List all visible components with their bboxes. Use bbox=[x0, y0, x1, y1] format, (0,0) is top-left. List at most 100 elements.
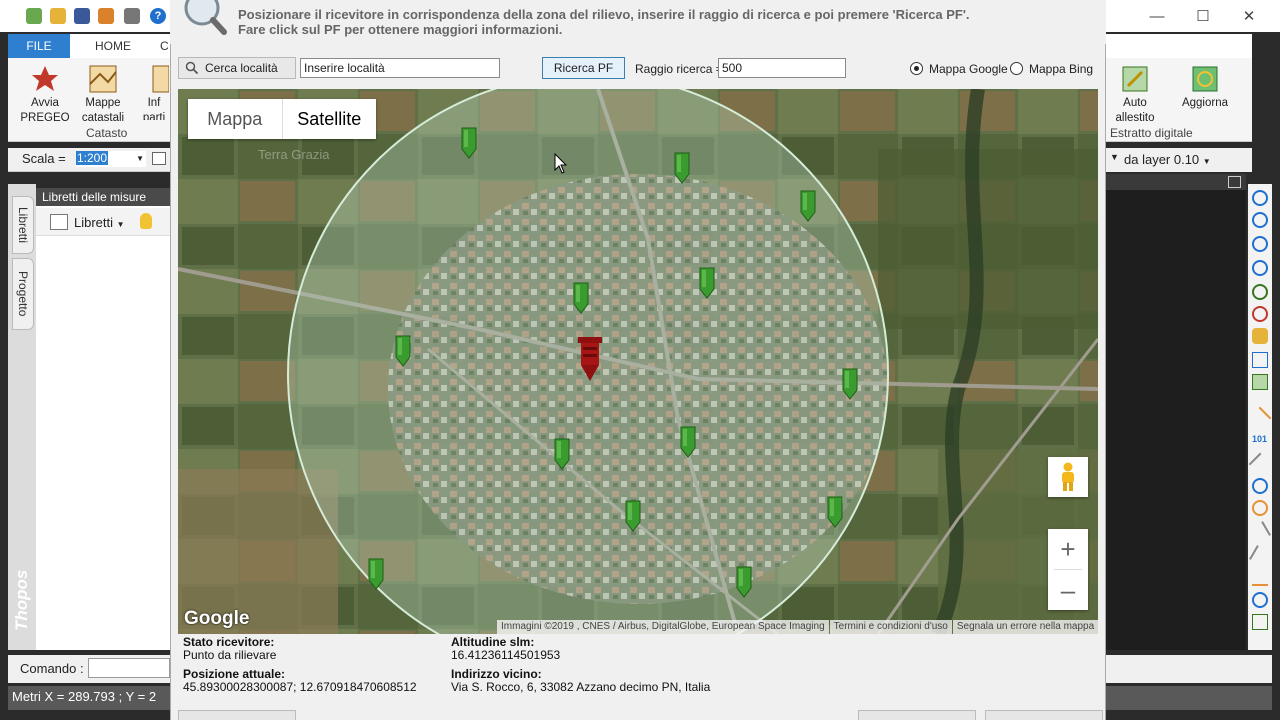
vtab-progetto[interactable]: Progetto bbox=[12, 258, 34, 330]
altitudine-label: Altitudine slm: bbox=[451, 635, 535, 649]
radio-mappa-google-label[interactable]: Mappa Google bbox=[929, 62, 1008, 76]
map-attribution: Immagini ©2019 , CNES / Airbus, DigitalG… bbox=[496, 620, 1099, 634]
zoom-extents-icon[interactable] bbox=[1252, 284, 1268, 300]
raggio-input[interactable] bbox=[718, 58, 846, 78]
open-folder-icon[interactable] bbox=[50, 8, 66, 24]
report-error-link[interactable]: Segnala un errore nella mappa bbox=[952, 620, 1099, 634]
auto-allestito-label: Auto allestito bbox=[1115, 97, 1155, 124]
lightbulb-icon[interactable] bbox=[140, 213, 152, 229]
command-input[interactable] bbox=[88, 658, 170, 678]
pregeo-icon bbox=[32, 66, 58, 91]
new-file-icon[interactable] bbox=[26, 8, 42, 24]
scale-select[interactable]: 1:200 ▼ bbox=[76, 151, 146, 167]
cerca-localita-label: Cerca località bbox=[205, 61, 278, 75]
minus-icon: – bbox=[1060, 574, 1076, 605]
layer-select[interactable]: da layer 0.10 ▼ bbox=[1124, 152, 1211, 167]
drawing-area[interactable] bbox=[1106, 174, 1246, 650]
scale-value: 1:200 bbox=[76, 151, 109, 165]
aggiorna-button[interactable]: Aggiorna bbox=[1176, 62, 1234, 120]
drawing-area-header bbox=[1106, 174, 1246, 190]
indirizzo-value: Via S. Rocco, 6, 33082 Azzano decimo PN,… bbox=[451, 680, 711, 694]
plus-icon: + bbox=[1060, 533, 1076, 564]
imagery-credit: Immagini ©2019 , CNES / Airbus, DigitalG… bbox=[497, 620, 829, 634]
maximize-panel-icon[interactable] bbox=[1228, 176, 1241, 188]
pan-hand-icon[interactable] bbox=[1252, 328, 1268, 344]
zoom-in-icon[interactable] bbox=[1252, 236, 1268, 252]
layer-view-icon[interactable] bbox=[1252, 374, 1268, 390]
brand-logo: Thopos bbox=[12, 569, 31, 631]
receiver-marker[interactable] bbox=[576, 335, 604, 383]
minimize-icon[interactable]: — bbox=[1134, 0, 1180, 32]
status-bar: Metri X = 289.793 ; Y = 2 bbox=[8, 686, 170, 710]
right-ribbon-group-label: Estratto digitale bbox=[1110, 126, 1193, 140]
libretti-dropdown[interactable]: Libretti ▼ bbox=[74, 215, 125, 230]
zoom-out-icon[interactable] bbox=[1252, 260, 1268, 276]
terms-link[interactable]: Termini e condizioni d'uso bbox=[829, 620, 952, 634]
avvia-pregeo-button[interactable]: Avvia PREGEO bbox=[20, 62, 70, 124]
pf-marker[interactable] bbox=[827, 496, 843, 528]
edit-icon[interactable] bbox=[1252, 614, 1268, 630]
vtab-libretti[interactable]: Libretti bbox=[12, 196, 34, 254]
mappe-catastali-button[interactable]: Mappe catastali bbox=[78, 62, 128, 124]
zoom-out-button[interactable]: – bbox=[1048, 570, 1088, 610]
help-icon[interactable]: ? bbox=[150, 8, 166, 24]
print-icon[interactable] bbox=[124, 8, 140, 24]
radio-mappa-bing-label[interactable]: Mappa Bing bbox=[1029, 62, 1093, 76]
zoom-window-icon[interactable] bbox=[1252, 212, 1268, 228]
right-command-area bbox=[1106, 655, 1272, 683]
info-particelle-button[interactable]: Inf parti bbox=[138, 62, 170, 120]
info-particelle-label: Inf parti bbox=[142, 97, 166, 120]
view-icon[interactable] bbox=[1252, 352, 1268, 368]
number-icon[interactable]: 101 bbox=[1252, 434, 1268, 450]
chevron-down-icon: ▼ bbox=[116, 220, 125, 229]
dialog-cancel-button[interactable] bbox=[985, 710, 1103, 720]
cerca-localita-button[interactable]: Cerca località bbox=[178, 57, 296, 79]
localita-input[interactable] bbox=[300, 58, 500, 78]
mappe-catastali-label: Mappe catastali bbox=[81, 97, 125, 124]
map-type-mappa-button[interactable]: Mappa bbox=[188, 99, 283, 139]
indirizzo-label: Indirizzo vicino: bbox=[451, 667, 542, 681]
dialog-bottom-button-left[interactable] bbox=[178, 710, 296, 720]
pf-marker[interactable] bbox=[842, 368, 858, 400]
calendar-grid-icon[interactable] bbox=[152, 152, 166, 165]
radio-mappa-bing[interactable] bbox=[1010, 62, 1023, 75]
map-type-satellite-button[interactable]: Satellite bbox=[283, 99, 377, 139]
pf-marker[interactable] bbox=[461, 127, 477, 159]
save-icon[interactable] bbox=[74, 8, 90, 24]
street-view-button[interactable] bbox=[1048, 457, 1088, 497]
maximize-icon[interactable]: ☐ bbox=[1180, 0, 1226, 32]
circle-icon[interactable] bbox=[1252, 478, 1268, 494]
pf-marker[interactable] bbox=[674, 152, 690, 184]
undo-icon[interactable] bbox=[98, 8, 114, 24]
zoom-icon[interactable] bbox=[1252, 190, 1268, 206]
dialog-ok-button[interactable] bbox=[858, 710, 976, 720]
instruction-line-2: Fare click sul PF per ottenere maggiori … bbox=[238, 22, 563, 37]
aggiorna-label: Aggiorna bbox=[1181, 97, 1229, 109]
ricerca-pf-button[interactable]: Ricerca PF bbox=[542, 57, 625, 79]
point-icon[interactable] bbox=[1252, 592, 1268, 608]
pf-marker[interactable] bbox=[368, 558, 384, 590]
tab-home[interactable]: HOME bbox=[95, 34, 131, 58]
parcel-info-icon bbox=[152, 65, 169, 93]
tab-file[interactable]: FILE bbox=[8, 34, 70, 58]
zoom-previous-icon[interactable] bbox=[1252, 306, 1268, 322]
auto-allestito-button[interactable]: Auto allestito bbox=[1112, 62, 1158, 124]
pf-marker[interactable] bbox=[680, 426, 696, 458]
arc-icon[interactable] bbox=[1252, 500, 1268, 516]
altitudine-value: 16.41236114501953 bbox=[451, 648, 561, 662]
tab-cut[interactable]: C bbox=[160, 34, 169, 58]
pf-marker[interactable] bbox=[736, 566, 752, 598]
pf-marker[interactable] bbox=[395, 335, 411, 367]
pf-marker[interactable] bbox=[800, 190, 816, 222]
baseline-icon[interactable] bbox=[1252, 570, 1268, 586]
magnifier-icon bbox=[184, 0, 227, 35]
pf-marker[interactable] bbox=[554, 438, 570, 470]
radio-mappa-google[interactable] bbox=[910, 62, 923, 75]
pf-marker[interactable] bbox=[699, 267, 715, 299]
pf-marker[interactable] bbox=[625, 500, 641, 532]
refresh-map-icon bbox=[1192, 66, 1218, 92]
zoom-in-button[interactable]: + bbox=[1048, 529, 1088, 569]
close-icon[interactable]: ✕ bbox=[1226, 0, 1272, 32]
satellite-map[interactable]: Terra Grazia bbox=[178, 89, 1098, 634]
pf-marker[interactable] bbox=[573, 282, 589, 314]
